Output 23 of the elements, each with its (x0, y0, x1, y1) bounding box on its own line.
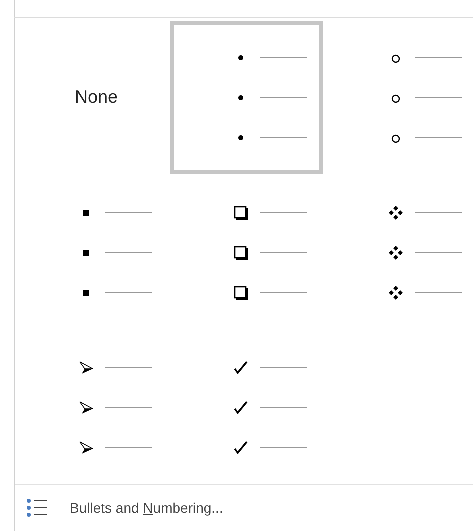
arrowhead-bullet-icon (77, 358, 95, 376)
none-label: None (74, 87, 118, 108)
bulleted-list-icon (26, 497, 48, 520)
dot-bullet-icon (238, 94, 244, 100)
bullet-option[interactable] (170, 21, 323, 174)
square-bullet-icon (83, 210, 89, 216)
box-bullet-icon (232, 244, 250, 262)
diamonds-bullet-icon (387, 204, 405, 222)
arrowhead-bullet-icon (77, 438, 95, 456)
diamonds-bullet-icon (387, 284, 405, 302)
check-bullet-icon (232, 438, 250, 456)
diamonds-bullet-icon (387, 244, 405, 262)
square-bullet-icon (83, 250, 89, 256)
bullets-and-numbering-link[interactable]: Bullets and Numbering... (70, 500, 224, 516)
check-bullet-icon (232, 358, 250, 376)
box-bullet-icon (232, 284, 250, 302)
box-bullet-icon (232, 204, 250, 222)
bullet-option[interactable]: None (15, 21, 168, 174)
check-bullet-icon (232, 398, 250, 416)
dot-bullet-icon (238, 54, 244, 60)
dot-bullet-icon (238, 134, 244, 140)
arrowhead-bullet-icon (77, 398, 95, 416)
square-bullet-icon (83, 290, 89, 296)
